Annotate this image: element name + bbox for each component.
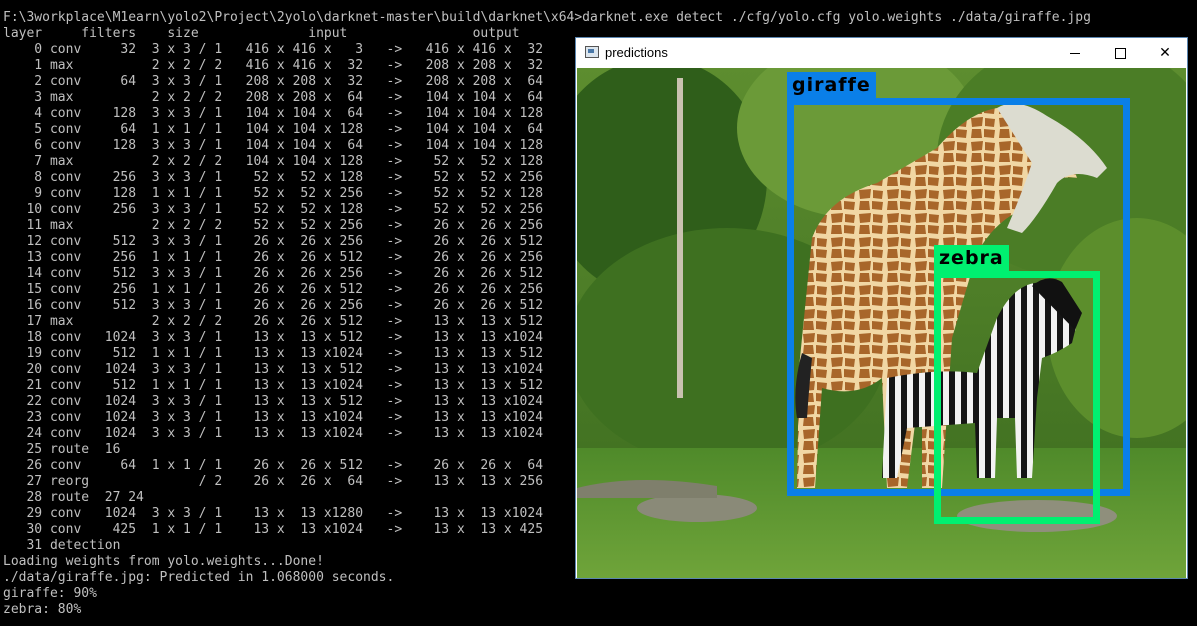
window-titlebar[interactable]: predictions ✕ bbox=[576, 38, 1187, 68]
console-layer-row: 24 conv 1024 3 x 3 / 1 13 x 13 x1024 -> … bbox=[3, 426, 544, 441]
console-layer-row: 2 conv 64 3 x 3 / 1 208 x 208 x 32 -> 20… bbox=[3, 74, 544, 89]
minimize-icon bbox=[1070, 52, 1080, 54]
console-layer-row: 8 conv 256 3 x 3 / 1 52 x 52 x 128 -> 52… bbox=[3, 170, 544, 185]
console-layer-row: 10 conv 256 3 x 3 / 1 52 x 52 x 128 -> 5… bbox=[3, 202, 544, 217]
console-layer-row: 17 max 2 x 2 / 2 26 x 26 x 512 -> 13 x 1… bbox=[3, 314, 544, 329]
console-footer-line: zebra: 80% bbox=[3, 602, 82, 617]
console-layer-row: 13 conv 256 1 x 1 / 1 26 x 26 x 512 -> 2… bbox=[3, 250, 544, 265]
console-layer-row: 29 conv 1024 3 x 3 / 1 13 x 13 x1280 -> … bbox=[3, 506, 544, 521]
console-footer-line: giraffe: 90% bbox=[3, 586, 97, 601]
console-layer-row: 19 conv 512 1 x 1 / 1 13 x 13 x1024 -> 1… bbox=[3, 346, 544, 361]
detection-box-zebra bbox=[934, 271, 1100, 524]
console-layer-row: 9 conv 128 1 x 1 / 1 52 x 52 x 256 -> 52… bbox=[3, 186, 544, 201]
image-window-icon bbox=[585, 46, 599, 58]
console-layer-row: 18 conv 1024 3 x 3 / 1 13 x 13 x 512 -> … bbox=[3, 330, 544, 345]
console-layer-row: 15 conv 256 1 x 1 / 1 26 x 26 x 512 -> 2… bbox=[3, 282, 544, 297]
console-layer-row: 4 conv 128 3 x 3 / 1 104 x 104 x 64 -> 1… bbox=[3, 106, 544, 121]
maximize-icon bbox=[1114, 47, 1126, 59]
minimize-button[interactable] bbox=[1052, 38, 1098, 68]
console-layer-row: 16 conv 512 3 x 3 / 1 26 x 26 x 256 -> 2… bbox=[3, 298, 544, 313]
console-layer-row: 27 reorg / 2 26 x 26 x 64 -> 13 x 13 x 2… bbox=[3, 474, 544, 489]
console-layer-row: 26 conv 64 1 x 1 / 1 26 x 26 x 512 -> 26… bbox=[3, 458, 544, 473]
console-footer-line: Loading weights from yolo.weights...Done… bbox=[3, 554, 324, 569]
console-layer-row: 20 conv 1024 3 x 3 / 1 13 x 13 x 512 -> … bbox=[3, 362, 544, 377]
detection-label-giraffe: giraffe bbox=[787, 72, 876, 98]
close-icon: ✕ bbox=[1159, 45, 1171, 61]
console-footer-line: ./data/giraffe.jpg: Predicted in 1.06800… bbox=[3, 570, 395, 585]
console-layer-row: 14 conv 512 3 x 3 / 1 26 x 26 x 256 -> 2… bbox=[3, 266, 544, 281]
detection-label-zebra: zebra bbox=[934, 245, 1009, 271]
console-layer-row: 23 conv 1024 3 x 3 / 1 13 x 13 x1024 -> … bbox=[3, 410, 544, 425]
console-command: F:\3workplace\M1earn\yolo2\Project\2yolo… bbox=[3, 10, 1091, 25]
console-layer-row: 12 conv 512 3 x 3 / 1 26 x 26 x 256 -> 2… bbox=[3, 234, 544, 249]
maximize-button[interactable] bbox=[1097, 38, 1143, 68]
close-button[interactable]: ✕ bbox=[1142, 38, 1188, 68]
console-layer-row: 25 route 16 bbox=[3, 442, 121, 457]
console-layer-row: 28 route 27 24 bbox=[3, 490, 144, 505]
prediction-image: giraffe zebra bbox=[577, 68, 1186, 578]
predictions-window[interactable]: predictions ✕ giraffe zebra bbox=[575, 37, 1188, 579]
window-title: predictions bbox=[605, 45, 668, 60]
console-layer-row: 7 max 2 x 2 / 2 104 x 104 x 128 -> 52 x … bbox=[3, 154, 544, 169]
console-layer-row: 21 conv 512 1 x 1 / 1 13 x 13 x1024 -> 1… bbox=[3, 378, 544, 393]
console-layer-row: 0 conv 32 3 x 3 / 1 416 x 416 x 3 -> 416… bbox=[3, 42, 544, 57]
console-layer-row: 22 conv 1024 3 x 3 / 1 13 x 13 x 512 -> … bbox=[3, 394, 544, 409]
console-layer-row: 31 detection bbox=[3, 538, 121, 553]
console-layer-row: 5 conv 64 1 x 1 / 1 104 x 104 x 128 -> 1… bbox=[3, 122, 544, 137]
console-layer-row: 3 max 2 x 2 / 2 208 x 208 x 64 -> 104 x … bbox=[3, 90, 544, 105]
console-layer-row: 30 conv 425 1 x 1 / 1 13 x 13 x1024 -> 1… bbox=[3, 522, 544, 537]
console-layer-header: layer filters size input output bbox=[3, 26, 520, 41]
console-layer-row: 6 conv 128 3 x 3 / 1 104 x 104 x 64 -> 1… bbox=[3, 138, 544, 153]
console-layer-row: 1 max 2 x 2 / 2 416 x 416 x 32 -> 208 x … bbox=[3, 58, 544, 73]
console-layer-row: 11 max 2 x 2 / 2 52 x 52 x 256 -> 26 x 2… bbox=[3, 218, 544, 233]
